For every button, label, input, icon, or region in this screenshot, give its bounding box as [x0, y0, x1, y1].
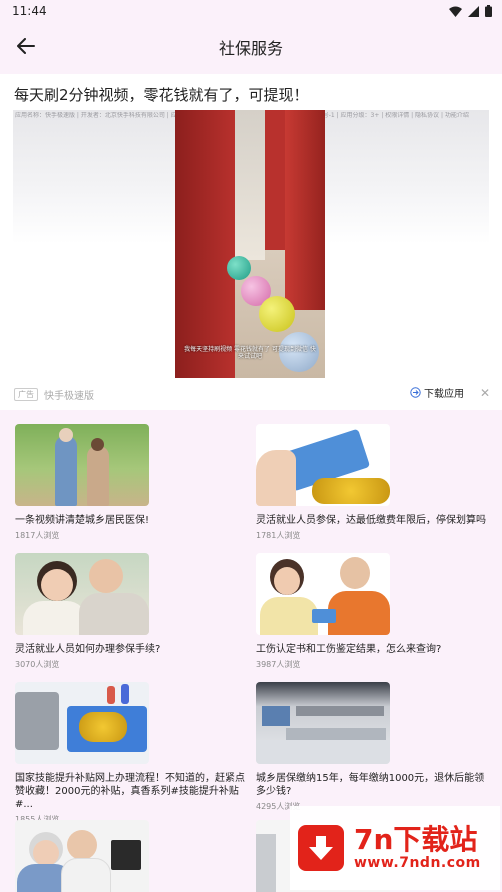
article-card[interactable]: 国家技能提升补贴网上办理流程！不知道的，赶紧点赞收藏！2000元的补贴，真香系列… [15, 682, 247, 825]
article-card[interactable] [15, 820, 247, 892]
article-views: 1817人浏览 [15, 531, 60, 540]
status-icons [449, 5, 492, 17]
download-label: 下载应用 [424, 389, 464, 400]
article-thumbnail[interactable] [256, 553, 390, 635]
close-icon[interactable]: ✕ [480, 386, 490, 400]
video-caption: 我每天坚持刷视频 零花钱就有了 可提现到微信 快来试试吧 [184, 346, 316, 360]
arrow-left-icon [17, 38, 35, 54]
article-title[interactable]: 工伤认定书和工伤鉴定结果，怎么来查询? [256, 643, 488, 656]
article-title[interactable]: 城乡居保缴纳15年，每年缴纳1000元，退休后能领多少钱? [256, 772, 488, 798]
signal-icon [468, 5, 479, 17]
download-icon [410, 387, 421, 398]
video-doorway [231, 110, 265, 260]
ad-footer: 广告 快手极速版 下载应用 ✕ [14, 385, 490, 403]
video-frame[interactable]: 我每天坚持刷视频 零花钱就有了 可提现到微信 快来试试吧 [175, 110, 325, 378]
article-card[interactable]: 一条视频讲清楚城乡居民医保! 1817人浏览 [15, 424, 247, 541]
video-door-right [285, 110, 325, 310]
article-title[interactable]: 一条视频讲清楚城乡居民医保! [15, 514, 247, 527]
article-title[interactable]: 灵活就业人员参保，达最低缴费年限后，停保划算吗 [256, 514, 488, 527]
balloon-yellow [259, 296, 295, 332]
balloon-teal [227, 256, 251, 280]
article-card[interactable]: 灵活就业人员如何办理参保手续? 3070人浏览 [15, 553, 247, 670]
article-thumbnail[interactable] [15, 820, 149, 892]
ad-advertiser: 快手极速版 [44, 390, 94, 402]
article-views: 1781人浏览 [256, 531, 301, 540]
back-button[interactable] [10, 30, 42, 62]
watermark-name: 7n下载站 [354, 823, 478, 856]
ad-video[interactable]: 应用名称：快手极速版 | 开发者：北京快手科技有限公司 | 应用版本：12.9.… [13, 110, 489, 378]
ad-headline[interactable]: 每天刷2分钟视频，零花钱就有了，可提现！ [14, 84, 309, 105]
arrow-down-icon [309, 836, 333, 860]
watermark-url: www.7ndn.com [354, 855, 481, 871]
article-thumbnail[interactable] [15, 424, 149, 506]
article-thumbnail[interactable] [15, 682, 149, 764]
wifi-icon [449, 6, 462, 17]
battery-icon [485, 5, 492, 17]
article-thumbnail[interactable] [256, 424, 390, 506]
download-arrow-logo-icon [298, 825, 344, 871]
article-views: 3987人浏览 [256, 660, 301, 669]
page-title: 社保服务 [218, 39, 283, 58]
video-door-left [175, 110, 235, 378]
top-app-bar: 社保服务 [0, 22, 502, 72]
status-bar: 11:44 [0, 0, 502, 22]
article-thumbnail[interactable] [15, 553, 149, 635]
article-title[interactable]: 国家技能提升补贴网上办理流程！不知道的，赶紧点赞收藏！2000元的补贴，真香系列… [15, 772, 247, 811]
article-views: 3070人浏览 [15, 660, 60, 669]
download-app-button[interactable]: 下载应用 [410, 385, 464, 400]
ad-card[interactable]: 每天刷2分钟视频，零花钱就有了，可提现！ 应用名称：快手极速版 | 开发者：北京… [0, 74, 502, 410]
ad-badge: 广告 [14, 387, 38, 401]
article-card[interactable]: 城乡居保缴纳15年，每年缴纳1000元，退休后能领多少钱? 4295人浏览 [256, 682, 488, 812]
article-title[interactable]: 灵活就业人员如何办理参保手续? [15, 643, 247, 656]
article-card[interactable]: 工伤认定书和工伤鉴定结果，怎么来查询? 3987人浏览 [256, 553, 488, 670]
article-card[interactable]: 灵活就业人员参保，达最低缴费年限后，停保划算吗 1781人浏览 [256, 424, 488, 541]
site-watermark: 7n下载站 www.7ndn.com [290, 806, 500, 890]
status-time: 11:44 [12, 4, 47, 18]
article-thumbnail[interactable] [256, 682, 390, 764]
